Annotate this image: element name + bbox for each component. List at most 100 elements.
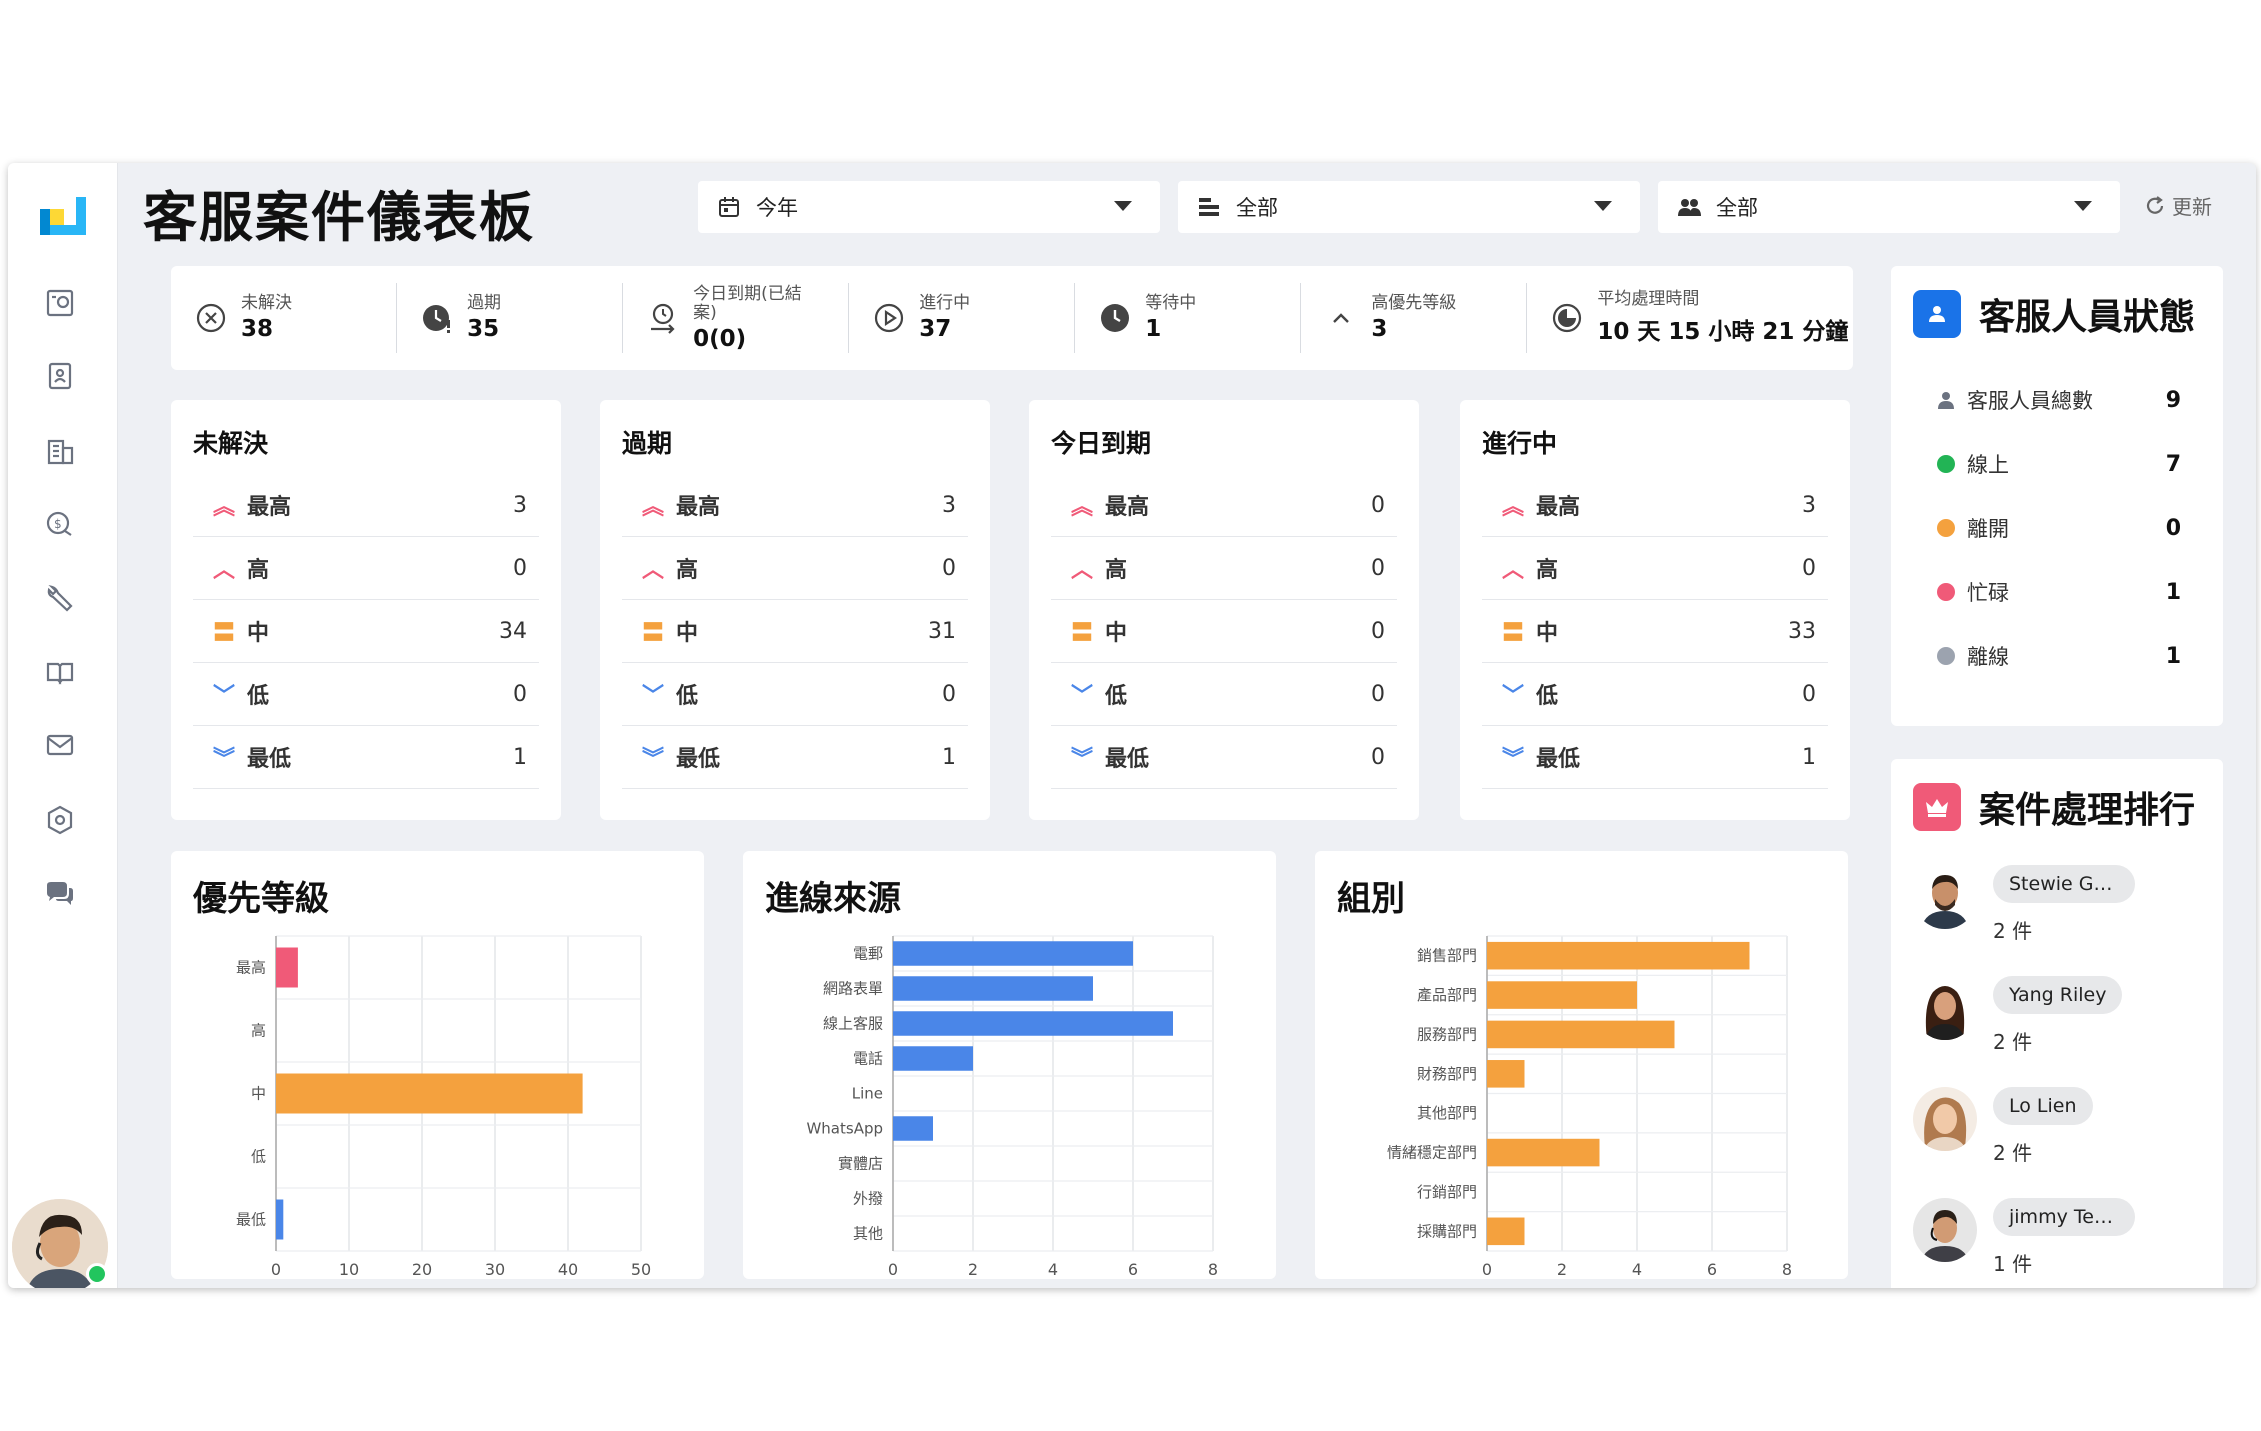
status-dot (1937, 647, 1955, 665)
equals-icon: 〓 (1502, 621, 1525, 646)
summary-label: 未解決 (241, 293, 292, 313)
list-icon (1199, 198, 1219, 216)
summary-overdue[interactable]: 過期 35 (397, 283, 624, 353)
ranking-item[interactable]: Lo Lien 2 件 (1913, 1087, 2201, 1166)
chevron-up-icon: ︿ (1071, 558, 1094, 583)
priority-row-medium[interactable]: 〓中 34 (193, 600, 539, 663)
priority-label: 低 (1536, 684, 1559, 709)
priority-row-highest[interactable]: ︽ 最高 3 (1482, 474, 1828, 537)
y-tick-label: 電郵 (853, 945, 883, 963)
x-tick-label: 4 (1048, 1260, 1058, 1279)
priority-label: 中 (1536, 621, 1559, 646)
priority-card-in-progress: 進行中 ︽ 最高 3 ︿ 高 0 〓中 33 ﹀ 低 0 ︾ 最低 1 (1460, 400, 1850, 820)
status-row-busy[interactable]: 忙碌 1 (1913, 560, 2201, 624)
nav-tools-icon[interactable] (40, 578, 80, 618)
priority-value: 1 (942, 744, 956, 770)
priority-row-lowest[interactable]: ︾ 最低 0 (1051, 726, 1397, 789)
bar (1487, 1020, 1675, 1049)
priority-value: 1 (513, 744, 527, 770)
date-filter[interactable]: 今年 (698, 181, 1160, 233)
priority-chart: 0 10 20 30 40 50 最高高中低最低 (236, 935, 651, 1279)
priority-value: 34 (499, 618, 527, 644)
priority-row-low[interactable]: ﹀ 低 0 (622, 663, 968, 726)
x-tick-label: 50 (631, 1260, 651, 1279)
summary-avg-time[interactable]: 平均處理時間 10 天 15 小時 21 分鐘 (1527, 283, 1853, 353)
refresh-button[interactable]: 更新 (2144, 191, 2212, 220)
status-label: 離線 (1967, 645, 2009, 669)
priority-label: 中 (1105, 621, 1128, 646)
equals-icon: 〓 (213, 621, 236, 646)
group-filter[interactable]: 全部 (1178, 181, 1640, 233)
y-tick-label: WhatsApp (806, 1120, 883, 1138)
ranking-panel: 案件處理排行 Stewie Gri… 2 件 Yang Riley 2 件 Lo L… (1891, 759, 2223, 1288)
status-label: 線上 (1967, 453, 2009, 477)
status-count: 0 (2165, 515, 2181, 541)
app-logo[interactable] (36, 189, 90, 243)
sidebar: $ (8, 163, 118, 1288)
priority-value: 0 (1802, 555, 1816, 581)
priority-row-highest[interactable]: ︽ 最高 0 (1051, 474, 1397, 537)
priority-row-low[interactable]: ﹀ 低 0 (1051, 663, 1397, 726)
nav-mail-icon[interactable] (40, 725, 80, 765)
status-row-online[interactable]: 線上 7 (1913, 432, 2201, 496)
y-tick-label: 網路表單 (823, 980, 883, 998)
agent-filter[interactable]: 全部 (1658, 181, 2120, 233)
chevron-down-icon (1114, 201, 1132, 211)
summary-high-priority[interactable]: 高優先等級 3 (1301, 283, 1528, 353)
nav-deals-icon[interactable]: $ (40, 504, 80, 544)
ranking-item[interactable]: Yang Riley 2 件 (1913, 976, 2201, 1055)
summary-waiting[interactable]: 等待中 1 (1075, 283, 1302, 353)
summary-unresolved[interactable]: 未解決 38 (171, 283, 398, 353)
nav-contacts-icon[interactable] (40, 356, 80, 396)
ranking-item[interactable]: jimmy Tester 1 件 (1913, 1198, 2201, 1277)
summary-label: 平均處理時間 (1597, 289, 1700, 309)
priority-row-high[interactable]: ︿ 高 0 (193, 537, 539, 600)
nav-dashboard-icon[interactable] (40, 283, 80, 323)
case-count: 2 件 (1993, 1141, 2033, 1165)
y-tick-label: 低 (251, 1148, 266, 1166)
summary-in-progress[interactable]: 進行中 37 (849, 283, 1076, 353)
priority-row-lowest[interactable]: ︾ 最低 1 (193, 726, 539, 789)
priority-row-medium[interactable]: 〓中 31 (622, 600, 968, 663)
nav-chat-icon[interactable] (40, 874, 80, 914)
priority-row-highest[interactable]: ︽ 最高 3 (622, 474, 968, 537)
status-row-total[interactable]: 客服人員總數 9 (1913, 368, 2201, 432)
priority-row-low[interactable]: ﹀ 低 0 (193, 663, 539, 726)
x-tick-label: 2 (968, 1260, 978, 1279)
priority-label: 中 (247, 621, 270, 646)
nav-knowledge-icon[interactable] (40, 652, 80, 692)
y-tick-label: 電話 (853, 1050, 883, 1068)
priority-row-medium[interactable]: 〓中 33 (1482, 600, 1828, 663)
priority-row-medium[interactable]: 〓中 0 (1051, 600, 1397, 663)
priority-row-high[interactable]: ︿ 高 0 (1051, 537, 1397, 600)
agent-status-title: 客服人員狀態 (1979, 297, 2196, 338)
summary-due-today[interactable]: 今日到期(已結案) 0(0) (623, 283, 850, 353)
y-tick-label: 外撥 (853, 1190, 883, 1208)
y-tick-label: 最低 (236, 1211, 266, 1229)
status-row-offline[interactable]: 離線 1 (1913, 624, 2201, 688)
priority-row-high[interactable]: ︿ 高 0 (1482, 537, 1828, 600)
ranking-item[interactable]: Stewie Gri… 2 件 (1913, 865, 2201, 944)
bar (1487, 1138, 1600, 1167)
priority-value: 3 (942, 492, 956, 518)
priority-row-lowest[interactable]: ︾ 最低 1 (622, 726, 968, 789)
chart-card-source: 進線來源 0 2 4 6 8 電郵 網路表單 線上客服 電話 Line WhatsApp 實體店 外撥其… (743, 851, 1276, 1279)
priority-label: 低 (676, 684, 699, 709)
double-chevron-up-icon: ︽ (1071, 495, 1094, 520)
summary-label: 高優先等級 (1371, 293, 1457, 313)
priority-row-lowest[interactable]: ︾ 最低 1 (1482, 726, 1828, 789)
priority-row-highest[interactable]: ︽ 最高 3 (193, 474, 539, 537)
priority-row-high[interactable]: ︿ 高 0 (622, 537, 968, 600)
card-title: 進行中 (1482, 429, 1558, 458)
priority-label: 高 (676, 558, 699, 583)
nav-settings-icon[interactable] (40, 800, 80, 840)
nav-company-icon[interactable] (40, 431, 80, 471)
priority-row-low[interactable]: ﹀ 低 0 (1482, 663, 1828, 726)
priority-label: 高 (247, 558, 270, 583)
priority-label: 最高 (1536, 495, 1581, 520)
status-row-away[interactable]: 離開 0 (1913, 496, 2201, 560)
summary-label: 今日到期(已結案) (693, 283, 802, 323)
group-chart: 0 2 4 6 8 銷售部門產品部門服務部門財務部門其他部門情緒穩定部門行銷部門採購部門 (1387, 935, 1792, 1279)
bar (893, 1011, 1173, 1036)
priority-value: 0 (1371, 555, 1385, 581)
